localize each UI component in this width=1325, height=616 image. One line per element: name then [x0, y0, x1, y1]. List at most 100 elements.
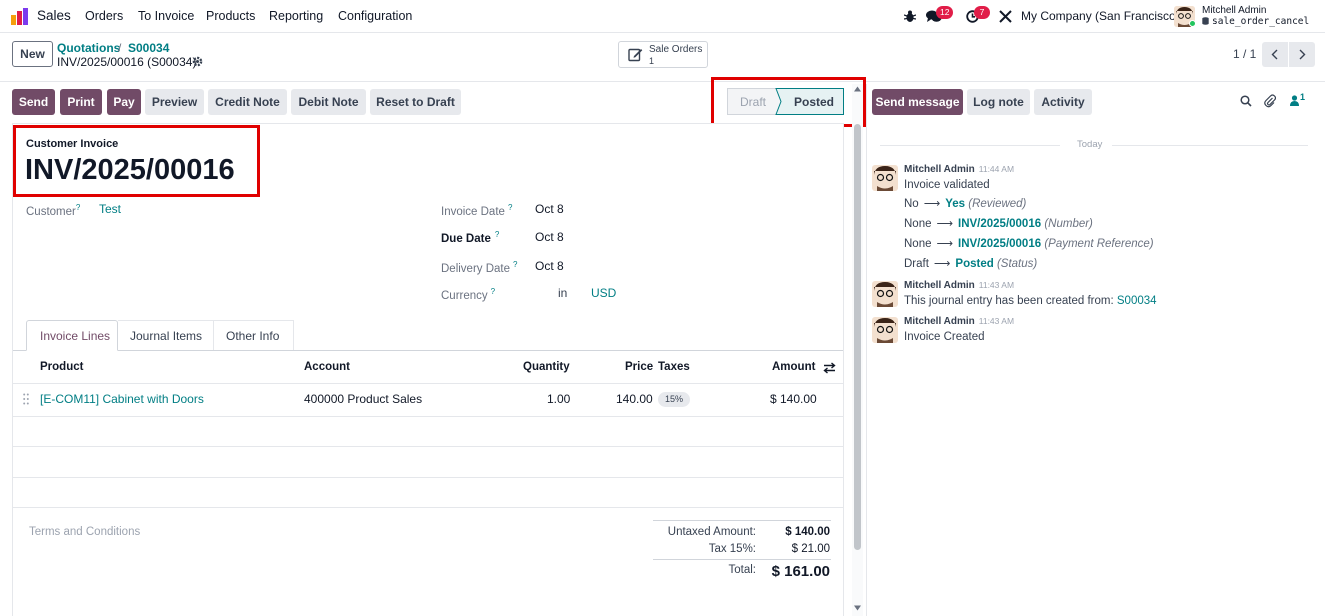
optional-columns-icon[interactable]: [823, 362, 836, 374]
currency-help-icon[interactable]: ?: [491, 287, 495, 296]
tools-icon[interactable]: [999, 10, 1012, 23]
credit-note-button[interactable]: Credit Note: [208, 89, 287, 115]
user-name[interactable]: Mitchell Admin: [1202, 5, 1266, 16]
tracking-change: No ⟶ Yes (Reviewed): [904, 196, 1026, 210]
column-amount[interactable]: Amount: [772, 361, 815, 373]
row-tax-badge[interactable]: 15%: [658, 392, 691, 407]
tab-other-info[interactable]: Other Info: [214, 320, 294, 350]
breadcrumb-quotations[interactable]: Quotations: [57, 41, 120, 55]
invoice-date-label: Invoice Date?: [441, 203, 512, 218]
menu-configuration[interactable]: Configuration: [338, 9, 412, 23]
new-button[interactable]: New: [12, 41, 53, 67]
gear-icon[interactable]: [192, 56, 203, 67]
drag-handle-icon[interactable]: [23, 393, 29, 405]
tab-invoice-lines[interactable]: Invoice Lines: [26, 320, 118, 351]
activity-button[interactable]: Activity: [1034, 89, 1092, 115]
sale-orders-smart-button[interactable]: Sale Orders 1: [618, 41, 708, 68]
paperclip-icon[interactable]: [1264, 94, 1276, 108]
pay-button[interactable]: Pay: [107, 89, 141, 115]
delivery-date-value[interactable]: Oct 8: [535, 259, 564, 273]
row-divider-2: [13, 446, 843, 447]
delivery-date-help-icon[interactable]: ?: [513, 260, 517, 269]
chevron-left-icon: [1271, 49, 1278, 60]
sales-app-icon[interactable]: [11, 8, 29, 25]
form-scrollbar[interactable]: [852, 84, 863, 616]
due-date-label: Due Date?: [441, 230, 499, 245]
followers-icon[interactable]: [1290, 95, 1299, 106]
tax-value: $ 21.00: [791, 543, 830, 555]
app-name[interactable]: Sales: [37, 8, 71, 23]
log-note-button[interactable]: Log note: [967, 89, 1030, 115]
edit-icon: [628, 48, 643, 62]
message-avatar[interactable]: [872, 281, 898, 307]
print-button[interactable]: Print: [60, 89, 102, 115]
reset-to-draft-button[interactable]: Reset to Draft: [370, 89, 461, 115]
message-avatar[interactable]: [872, 317, 898, 343]
due-date-value[interactable]: Oct 8: [535, 230, 564, 244]
message-origin-link[interactable]: S00034: [1117, 295, 1157, 307]
record-name: INV/2025/00016 (S00034): [57, 55, 197, 69]
column-account[interactable]: Account: [304, 361, 350, 373]
breadcrumb-order[interactable]: S00034: [128, 41, 169, 55]
menu-reporting[interactable]: Reporting: [269, 9, 323, 23]
message-author[interactable]: Mitchell Admin 11:43 AM: [904, 280, 1014, 291]
search-icon[interactable]: [1240, 95, 1252, 107]
tab-journal-items[interactable]: Journal Items: [118, 320, 214, 350]
preview-button[interactable]: Preview: [145, 89, 204, 115]
tracking-field: (Reviewed): [968, 198, 1027, 210]
menu-orders[interactable]: Orders: [85, 9, 123, 23]
scroll-down-icon[interactable]: [853, 604, 862, 612]
invoice-date-value[interactable]: Oct 8: [535, 202, 564, 216]
currency-in-text: in: [558, 286, 568, 300]
pager-value[interactable]: 1 / 1: [1233, 47, 1256, 61]
chevron-right-icon: [1299, 49, 1306, 60]
message-author[interactable]: Mitchell Admin 11:43 AM: [904, 316, 1014, 327]
customer-value[interactable]: Test: [99, 202, 121, 216]
tracking-old-value: No: [904, 198, 919, 210]
tracking-old-value: None: [904, 218, 932, 230]
invoice-date-help-icon[interactable]: ?: [508, 203, 512, 212]
column-quantity[interactable]: Quantity: [523, 361, 570, 373]
customer-label: Customer?: [26, 203, 80, 218]
message-author-name[interactable]: Mitchell Admin: [904, 164, 975, 175]
column-product[interactable]: Product: [40, 361, 83, 373]
bug-icon[interactable]: [904, 10, 916, 23]
scroll-up-icon[interactable]: [853, 85, 862, 93]
date-separator: Today: [1077, 139, 1103, 150]
message-body-text: This journal entry has been created from…: [904, 295, 1114, 307]
pager-next-button[interactable]: [1289, 42, 1315, 67]
top-navbar: Sales Orders To Invoice Products Reporti…: [0, 0, 1325, 33]
send-button[interactable]: Send: [12, 89, 55, 115]
row-product[interactable]: [E-COM11] Cabinet with Doors: [40, 392, 204, 406]
currency-value[interactable]: USD: [591, 286, 616, 300]
column-price[interactable]: Price: [625, 361, 653, 373]
debit-note-button[interactable]: Debit Note: [291, 89, 366, 115]
due-date-help-icon[interactable]: ?: [495, 230, 499, 239]
column-taxes[interactable]: Taxes: [658, 361, 690, 373]
menu-products[interactable]: Products: [206, 9, 255, 23]
avatar-face-icon: [872, 317, 898, 343]
menu-to-invoice[interactable]: To Invoice: [138, 9, 194, 23]
tracking-change: Draft ⟶ Posted (Status): [904, 256, 1037, 270]
message-author-name[interactable]: Mitchell Admin: [904, 316, 975, 327]
due-date-label-text: Due Date: [441, 232, 491, 245]
invoice-date-label-text: Invoice Date: [441, 205, 505, 218]
customer-help-icon[interactable]: ?: [76, 203, 80, 212]
customer-label-text: Customer: [26, 205, 76, 218]
tab-invoice-lines-label: Invoice Lines: [40, 329, 111, 343]
database-name: sale_order_cancel: [1212, 16, 1310, 27]
scrollbar-thumb[interactable]: [854, 124, 861, 550]
table-row[interactable]: [E-COM11] Cabinet with Doors 400000 Prod…: [13, 384, 843, 416]
message-author[interactable]: Mitchell Admin 11:44 AM: [904, 164, 1014, 175]
messages-badge: 12: [936, 6, 954, 19]
terms-and-conditions-field[interactable]: Terms and Conditions: [29, 526, 140, 538]
send-message-button[interactable]: Send message: [872, 89, 963, 115]
row-price[interactable]: 140.00: [616, 392, 653, 406]
row-quantity[interactable]: 1.00: [547, 392, 570, 406]
followers-count[interactable]: 1: [1300, 92, 1305, 102]
row-account[interactable]: 400000 Product Sales: [304, 392, 422, 406]
message-avatar[interactable]: [872, 165, 898, 191]
company-switcher[interactable]: My Company (San Francisco): [1021, 9, 1180, 23]
message-author-name[interactable]: Mitchell Admin: [904, 280, 975, 291]
pager-previous-button[interactable]: [1262, 42, 1288, 67]
